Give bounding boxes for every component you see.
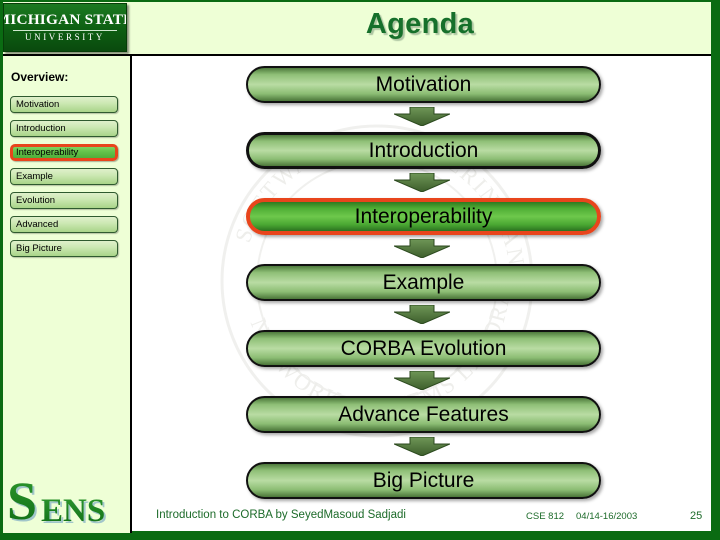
flow-arrow-down-icon — [393, 172, 450, 193]
slide-header: MICHIGAN STATE UNIVERSITY Agenda — [0, 0, 711, 55]
svg-text:S: S — [7, 473, 37, 527]
flow-node-label: Example — [382, 270, 465, 294]
page-title: Agenda — [365, 8, 475, 40]
sidebar-item-label: Example — [16, 171, 53, 182]
flow-node-advance-features[interactable]: Advance Features — [246, 396, 601, 433]
slide: MICHIGAN STATE UNIVERSITY Agenda Overvie… — [0, 0, 720, 540]
msu-logo-divider — [13, 30, 117, 31]
sidebar-item-advanced[interactable]: Advanced — [10, 216, 118, 233]
flow-node-label: Interoperability — [354, 204, 493, 228]
agenda-flow-diagram: Motivation Introduction Interoperability Ex… — [132, 56, 711, 533]
footer-attribution: Introduction to CORBA by SeyedMasoud Sad… — [156, 509, 406, 521]
header-divider-rule — [0, 54, 711, 56]
flow-arrow-down-icon — [393, 304, 450, 325]
sidebar-divider-rule — [130, 56, 132, 533]
footer-page-number: 25 — [690, 510, 703, 522]
flow-node-label: Big Picture — [372, 468, 475, 492]
flow-node-label: CORBA Evolution — [340, 336, 507, 360]
frame-border-top — [0, 0, 720, 2]
msu-wordmark-line1: MICHIGAN STATE — [3, 12, 126, 28]
sens-logo-svg: S S ENS ENS — [7, 473, 107, 527]
flow-arrow-down-icon — [393, 238, 450, 259]
sidebar-item-motivation[interactable]: Motivation — [10, 96, 118, 113]
flow-arrow-down-icon — [393, 370, 450, 391]
flow-arrow-down-icon — [393, 106, 450, 127]
flow-node-label: Advance Features — [338, 402, 509, 426]
sidebar-item-label: Big Picture — [16, 243, 62, 254]
flow-node-label: Motivation — [375, 72, 472, 96]
flow-arrow-down-icon — [393, 436, 450, 457]
sidebar-heading: Overview: — [11, 70, 69, 84]
svg-text:ENS: ENS — [41, 493, 105, 527]
flow-node-interoperability[interactable]: Interoperability — [246, 198, 601, 235]
sidebar-item-label: Evolution — [16, 195, 56, 206]
main-content: SOFTWARE ENGINEERING AND NETWORK SYSTEMS… — [132, 56, 711, 533]
sidebar-item-introduction[interactable]: Introduction — [10, 120, 118, 137]
sidebar-item-label: Interoperability — [16, 147, 79, 158]
flow-node-introduction[interactable]: Introduction — [246, 132, 601, 169]
flow-node-big-picture[interactable]: Big Picture — [246, 462, 601, 499]
sidebar-item-evolution[interactable]: Evolution — [10, 192, 118, 209]
frame-border-left — [0, 0, 3, 540]
flow-node-corba-evolution[interactable]: CORBA Evolution — [246, 330, 601, 367]
flow-node-example[interactable]: Example — [246, 264, 601, 301]
slide-footer: Introduction to CORBA by SeyedMasoud Sad… — [132, 503, 711, 533]
michigan-state-logo: MICHIGAN STATE UNIVERSITY — [3, 3, 127, 52]
sens-lab-logo: S S ENS ENS — [7, 473, 133, 527]
frame-border-right — [711, 0, 720, 540]
sidebar-item-label: Motivation — [16, 99, 60, 110]
msu-wordmark-line2: UNIVERSITY — [25, 32, 105, 42]
sidebar-nav-list: Motivation Introduction Interoperability Ex… — [10, 96, 118, 264]
sidebar-item-big-picture[interactable]: Big Picture — [10, 240, 118, 257]
flow-node-motivation[interactable]: Motivation — [246, 66, 601, 103]
sidebar-item-label: Introduction — [16, 123, 66, 134]
sidebar: Overview: Motivation Introduction Interope… — [3, 56, 130, 533]
sidebar-item-example[interactable]: Example — [10, 168, 118, 185]
frame-border-bottom — [0, 533, 720, 540]
flow-node-label: Introduction — [368, 138, 479, 162]
sidebar-item-interoperability[interactable]: Interoperability — [10, 144, 118, 161]
footer-date: 04/14-16/2003 — [576, 511, 638, 522]
sidebar-item-label: Advanced — [16, 219, 59, 230]
footer-course-code: CSE 812 — [526, 511, 565, 522]
